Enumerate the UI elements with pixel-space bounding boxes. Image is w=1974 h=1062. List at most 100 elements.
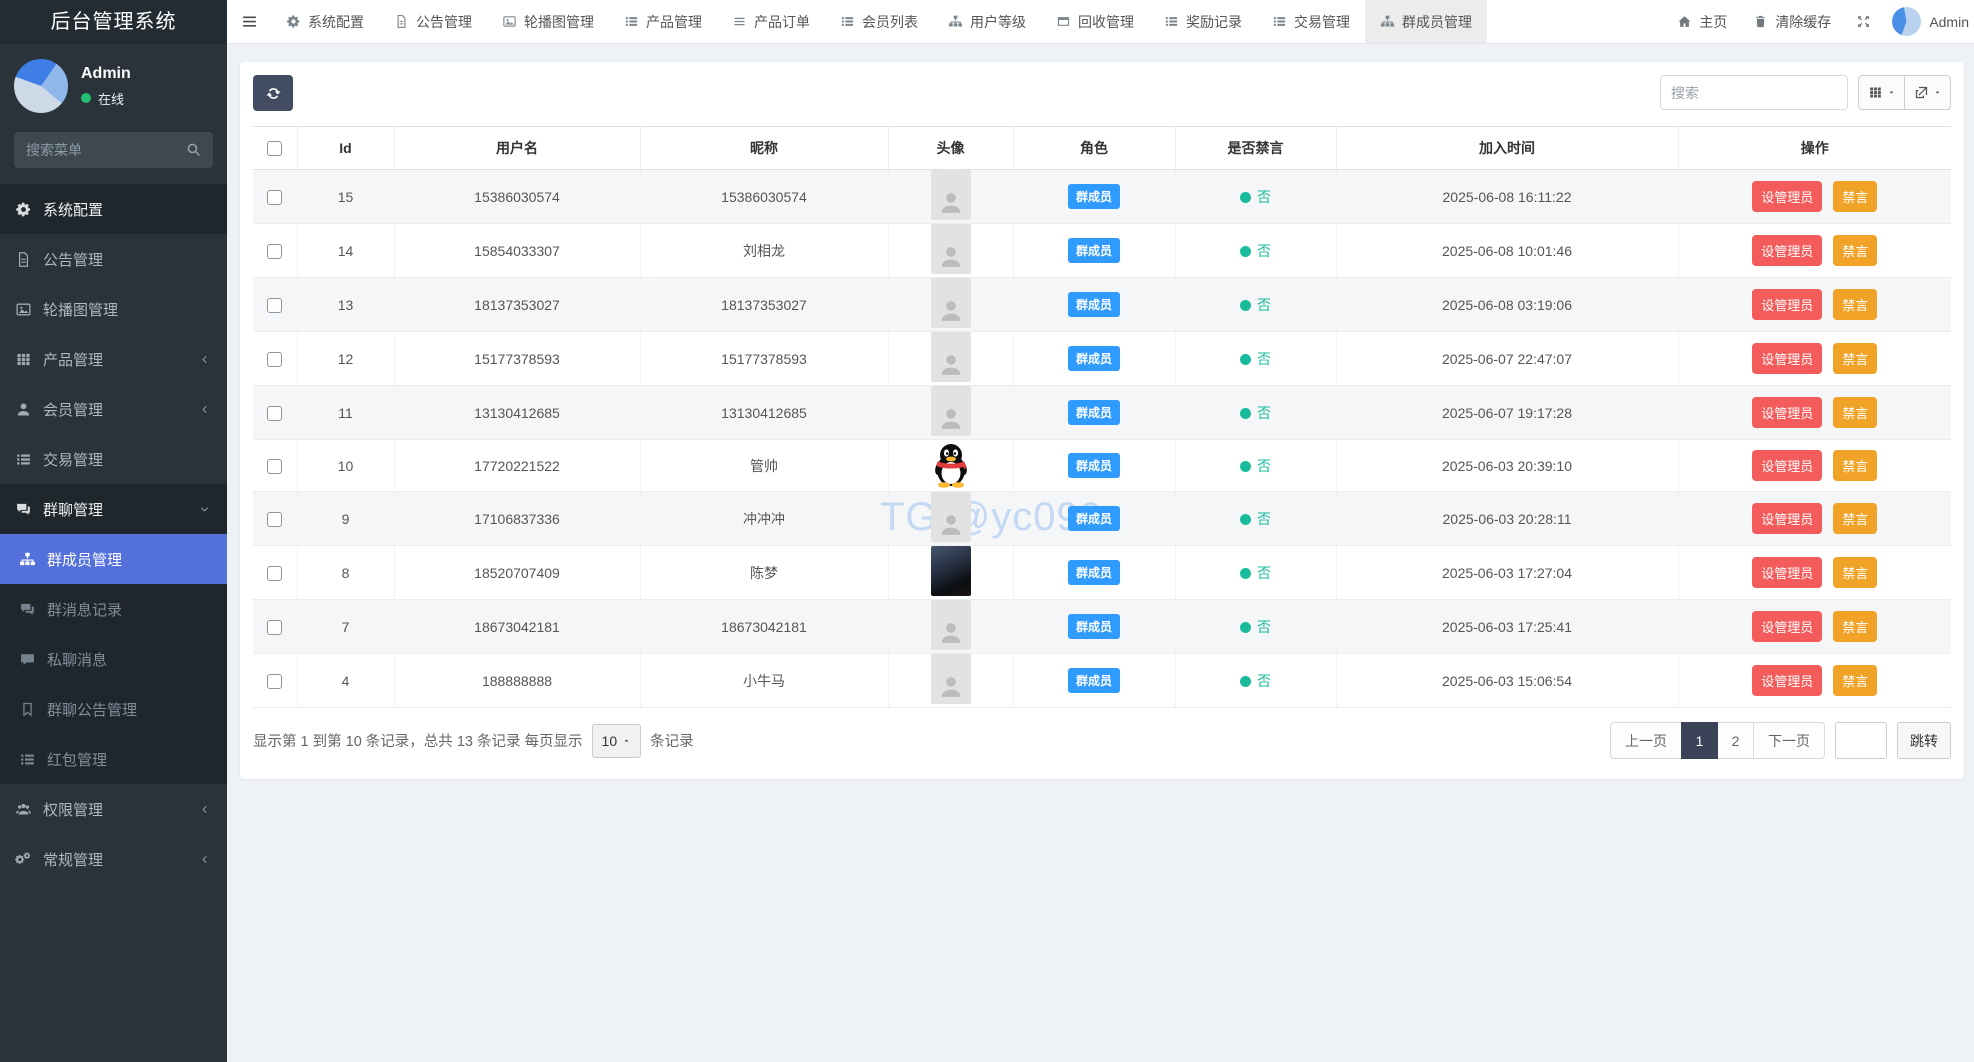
file-icon: [394, 14, 409, 29]
content-area: Id用户名昵称头像角色是否禁言加入时间操作 15 15386030574 153…: [227, 44, 1974, 1062]
mute-button[interactable]: 禁言: [1833, 557, 1877, 588]
tab-product-order[interactable]: 产品订单: [717, 0, 825, 43]
tab-trade[interactable]: 交易管理: [1257, 0, 1365, 43]
sidebar-item-carousel[interactable]: 轮播图管理: [0, 284, 227, 334]
tab-user-level[interactable]: 用户等级: [933, 0, 1041, 43]
home-link[interactable]: 主页: [1664, 0, 1740, 44]
cell-nickname: 刘相龙: [640, 224, 888, 278]
tab-announcement[interactable]: 公告管理: [379, 0, 487, 43]
list2-icon: [732, 14, 747, 29]
row-checkbox[interactable]: [267, 674, 282, 689]
image-icon: [15, 301, 32, 318]
sidebar-item-group-member[interactable]: 群成员管理: [0, 534, 227, 584]
mute-button[interactable]: 禁言: [1833, 450, 1877, 481]
header-checkbox-cell: [253, 127, 297, 170]
sidebar-item-group-chat[interactable]: 群聊管理: [0, 484, 227, 534]
row-checkbox[interactable]: [267, 620, 282, 635]
set-admin-button[interactable]: 设管理员: [1752, 235, 1822, 266]
mute-button[interactable]: 禁言: [1833, 503, 1877, 534]
set-admin-button[interactable]: 设管理员: [1752, 503, 1822, 534]
navbar-avatar[interactable]: [1892, 7, 1921, 36]
sidebar-item-general[interactable]: 常规管理: [0, 834, 227, 884]
cell-muted: 否: [1175, 600, 1336, 654]
prev-page-button[interactable]: 上一页: [1610, 722, 1682, 759]
sidebar-item-member[interactable]: 会员管理: [0, 384, 227, 434]
row-checkbox[interactable]: [267, 566, 282, 581]
next-page-button[interactable]: 下一页: [1753, 722, 1825, 759]
tab-system-config[interactable]: 系统配置: [271, 0, 379, 43]
sidebar-item-trade[interactable]: 交易管理: [0, 434, 227, 484]
mute-button[interactable]: 禁言: [1833, 289, 1877, 320]
home-icon: [1677, 14, 1692, 29]
tab-recycle[interactable]: 回收管理: [1041, 0, 1149, 43]
table-toolbar: [253, 75, 1951, 111]
tab-carousel[interactable]: 轮播图管理: [487, 0, 609, 43]
page-button-2[interactable]: 2: [1717, 722, 1754, 759]
page-button-1[interactable]: 1: [1681, 722, 1718, 759]
select-all-checkbox[interactable]: [267, 141, 282, 156]
row-checkbox[interactable]: [267, 244, 282, 259]
status-dot-icon: [1240, 246, 1251, 257]
set-admin-button[interactable]: 设管理员: [1752, 450, 1822, 481]
cell-nickname: 陈梦: [640, 546, 888, 600]
table-row: 8 18520707409 陈梦 群成员 否 2025-06-03 17:27:…: [253, 546, 1951, 600]
sidebar-item-group-announcement[interactable]: 群聊公告管理: [0, 684, 227, 734]
cell-nickname: 18137353027: [640, 278, 888, 332]
row-checkbox[interactable]: [267, 406, 282, 421]
tab-group-member[interactable]: 群成员管理: [1365, 0, 1487, 43]
page-jump-button[interactable]: 跳转: [1897, 722, 1951, 759]
sidebar-item-product[interactable]: 产品管理: [0, 334, 227, 384]
set-admin-button[interactable]: 设管理员: [1752, 557, 1822, 588]
pagination-summary: 显示第 1 到第 10 条记录，总共 13 条记录 每页显示: [253, 730, 583, 751]
tab-product[interactable]: 产品管理: [609, 0, 717, 43]
sidebar-item-private-message[interactable]: 私聊消息: [0, 634, 227, 684]
row-checkbox[interactable]: [267, 512, 282, 527]
sidebar-menu: 系统配置 公告管理 轮播图管理 产品管理 会员管理 交易管理 群聊管理 群成员管…: [0, 184, 227, 884]
users-icon: [15, 801, 32, 818]
row-checkbox[interactable]: [267, 298, 282, 313]
row-checkbox[interactable]: [267, 352, 282, 367]
sidebar-item-permission[interactable]: 权限管理: [0, 784, 227, 834]
mute-button[interactable]: 禁言: [1833, 181, 1877, 212]
sidebar-item-system-config[interactable]: 系统配置: [0, 184, 227, 234]
cell-avatar: [888, 492, 1013, 546]
mute-button[interactable]: 禁言: [1833, 611, 1877, 642]
row-checkbox[interactable]: [267, 459, 282, 474]
role-badge: 群成员: [1068, 400, 1120, 425]
caret-down-icon: [1887, 88, 1896, 97]
set-admin-button[interactable]: 设管理员: [1752, 397, 1822, 428]
sidebar-item-group-message-log[interactable]: 群消息记录: [0, 584, 227, 634]
sidebar-item-announcement[interactable]: 公告管理: [0, 234, 227, 284]
tab-member-list[interactable]: 会员列表: [825, 0, 933, 43]
export-dropdown-button[interactable]: [1904, 75, 1951, 110]
menu-search-input[interactable]: [14, 132, 213, 168]
mute-button[interactable]: 禁言: [1833, 665, 1877, 696]
sidebar-item-red-packet[interactable]: 红包管理: [0, 734, 227, 784]
set-admin-button[interactable]: 设管理员: [1752, 343, 1822, 374]
set-admin-button[interactable]: 设管理员: [1752, 665, 1822, 696]
cell-actions: 设管理员 禁言: [1678, 224, 1951, 278]
page-size-dropdown[interactable]: 10: [592, 724, 642, 758]
tab-reward-log[interactable]: 奖励记录: [1149, 0, 1257, 43]
columns-dropdown-button[interactable]: [1858, 75, 1905, 110]
user-name: Admin: [81, 65, 131, 83]
mute-button[interactable]: 禁言: [1833, 235, 1877, 266]
mute-button[interactable]: 禁言: [1833, 397, 1877, 428]
page-jump-input[interactable]: [1835, 722, 1887, 759]
set-admin-button[interactable]: 设管理员: [1752, 181, 1822, 212]
table-search-input[interactable]: [1660, 75, 1848, 110]
menu-toggle-button[interactable]: [227, 0, 271, 43]
set-admin-button[interactable]: 设管理员: [1752, 611, 1822, 642]
cell-username: 18137353027: [394, 278, 640, 332]
refresh-button[interactable]: [253, 75, 293, 111]
mute-button[interactable]: 禁言: [1833, 343, 1877, 374]
set-admin-button[interactable]: 设管理员: [1752, 289, 1822, 320]
table-header-row: Id用户名昵称头像角色是否禁言加入时间操作: [253, 127, 1951, 170]
fullscreen-button[interactable]: [1844, 0, 1882, 44]
cell-username: 15177378593: [394, 332, 640, 386]
cell-avatar: [888, 386, 1013, 440]
table-row: 7 18673042181 18673042181 群成员 否 2025-06-…: [253, 600, 1951, 654]
cell-avatar: [888, 278, 1013, 332]
clear-cache-link[interactable]: 清除缓存: [1740, 0, 1844, 44]
row-checkbox[interactable]: [267, 190, 282, 205]
